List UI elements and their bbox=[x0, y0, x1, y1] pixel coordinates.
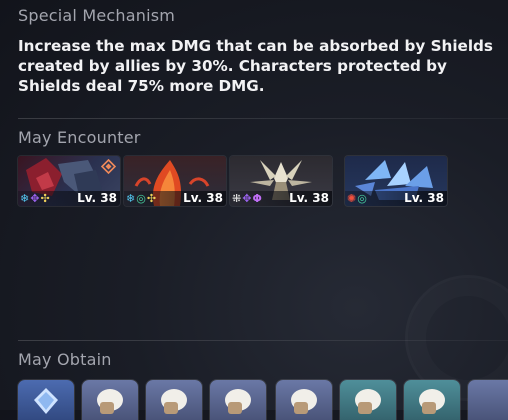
physical-weakness-icon: ⁜ bbox=[232, 192, 242, 205]
quantum-weakness-icon: ✥ bbox=[242, 192, 252, 205]
may-obtain-title: May Obtain bbox=[18, 350, 112, 369]
enemy-card-2[interactable]: ❄ ◎ ✣ Lv. 38 bbox=[124, 156, 226, 206]
enemy-card-4[interactable]: ✺ ◎ Lv. 38 bbox=[345, 156, 447, 206]
section-divider bbox=[18, 340, 508, 341]
stellar-jade-icon bbox=[34, 388, 58, 414]
relic-icon bbox=[97, 389, 123, 414]
section-divider bbox=[18, 118, 508, 119]
quantum-weakness-icon: ✥ bbox=[30, 192, 40, 205]
reward-item-stellar-jade[interactable] bbox=[18, 380, 74, 420]
reward-item-relic-3[interactable] bbox=[210, 380, 266, 420]
relic-icon bbox=[419, 389, 445, 414]
enemy-card-1[interactable]: ❄ ✥ ✣ Lv. 38 bbox=[18, 156, 120, 206]
reward-item-relic-4[interactable] bbox=[276, 380, 332, 420]
fire-weakness-icon: ✺ bbox=[347, 192, 357, 205]
relic-icon bbox=[291, 389, 317, 414]
wind-weakness-icon: ◎ bbox=[357, 192, 367, 205]
reward-item-partial[interactable] bbox=[468, 380, 508, 420]
reward-item-relic-6[interactable] bbox=[404, 380, 460, 420]
enemy-level-1: Lv. 38 bbox=[77, 191, 117, 205]
ice-weakness-icon: ❄ bbox=[20, 192, 30, 205]
wind-weakness-icon: ◎ bbox=[136, 192, 146, 205]
imaginary-weakness-icon: ✣ bbox=[146, 192, 157, 205]
mechanism-description: Increase the max DMG that can be absorbe… bbox=[18, 37, 493, 95]
may-encounter-title: May Encounter bbox=[18, 128, 141, 147]
ice-weakness-icon: ❄ bbox=[126, 192, 136, 205]
relic-icon bbox=[355, 389, 381, 414]
boss-marker-icon bbox=[101, 159, 116, 174]
reward-item-relic-5[interactable] bbox=[340, 380, 396, 420]
enemy-level-3: Lv. 38 bbox=[289, 191, 329, 205]
lightning-weakness-icon: Φ bbox=[252, 192, 262, 205]
enemy-level-2: Lv. 38 bbox=[183, 191, 223, 205]
reward-item-relic-2[interactable] bbox=[146, 380, 202, 420]
relic-icon bbox=[161, 389, 187, 414]
enemy-card-3[interactable]: ⁜ ✥ Φ Lv. 38 bbox=[230, 156, 332, 206]
enemy-level-4: Lv. 38 bbox=[404, 191, 444, 205]
relic-icon bbox=[225, 389, 251, 414]
reward-item-relic-1[interactable] bbox=[82, 380, 138, 420]
special-mechanism-title: Special Mechanism bbox=[18, 6, 176, 25]
imaginary-weakness-icon: ✣ bbox=[40, 192, 50, 205]
